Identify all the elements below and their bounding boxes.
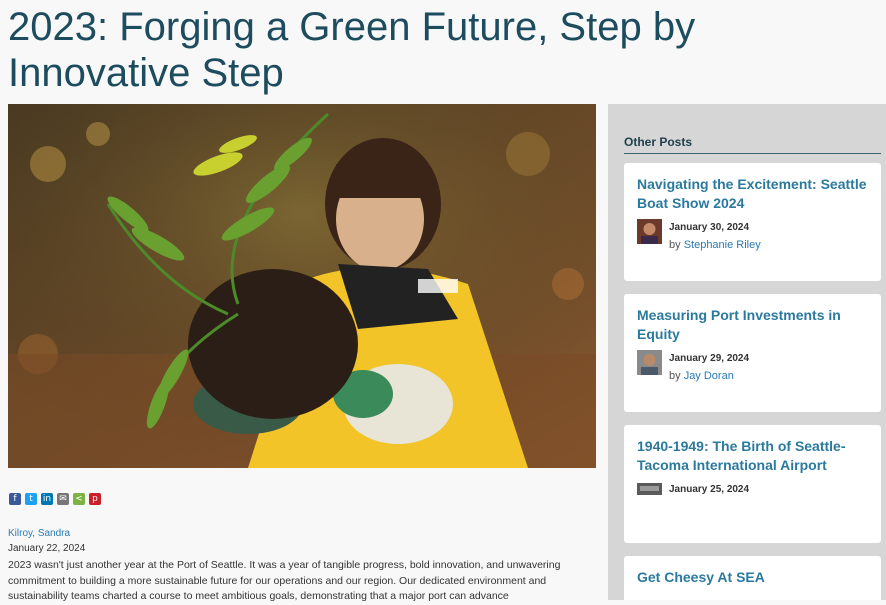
post-author-link[interactable]: Kilroy, Sandra [8,528,70,539]
page-title: 2023: Forging a Green Future, Step by In… [8,5,696,95]
post-card[interactable]: 1940-1949: The Birth of Seattle-Tacoma I… [624,425,881,543]
post-card-title[interactable]: Get Cheesy At SEA [637,568,873,587]
sidebar-heading: Other Posts [624,135,881,154]
post-thumbnail [637,482,662,495]
email-icon[interactable]: ✉ [57,493,69,505]
post-card-title[interactable]: Measuring Port Investments in Equity [637,306,873,344]
by-prefix: by [669,239,681,251]
post-card-date: January 25, 2024 [669,484,750,495]
linkedin-icon[interactable]: in [41,493,53,505]
by-prefix: by [669,370,681,382]
post-card[interactable]: Navigating the Excitement: Seattle Boat … [624,163,881,281]
share-bar: f t in ✉ < p [9,493,101,505]
author-link[interactable]: Stephanie Riley [684,239,761,251]
share-icon[interactable]: < [73,493,85,505]
author-link[interactable]: Jay Doran [684,370,734,382]
post-body: 2023 wasn't just another year at the Por… [8,559,561,602]
post-card-title[interactable]: 1940-1949: The Birth of Seattle-Tacoma I… [637,437,873,475]
post-card-date: January 29, 2024 [669,353,750,364]
other-posts-sidebar: Other Posts Navigating the Excitement: S… [608,104,886,600]
post-card-author: by Stephanie Riley [669,239,761,251]
post-card[interactable]: Get Cheesy At SEA [624,556,881,600]
author-avatar [637,350,662,375]
twitter-icon[interactable]: t [25,493,37,505]
author-avatar [637,219,662,244]
post-card-date: January 30, 2024 [669,222,750,233]
pinterest-icon[interactable]: p [89,493,101,505]
post-card[interactable]: Measuring Port Investments in Equity Jan… [624,294,881,412]
post-card-title[interactable]: Navigating the Excitement: Seattle Boat … [637,175,873,213]
hero-image [8,104,596,468]
post-card-author: by Jay Doran [669,370,734,382]
facebook-icon[interactable]: f [9,493,21,505]
post-date: January 22, 2024 [8,543,86,554]
